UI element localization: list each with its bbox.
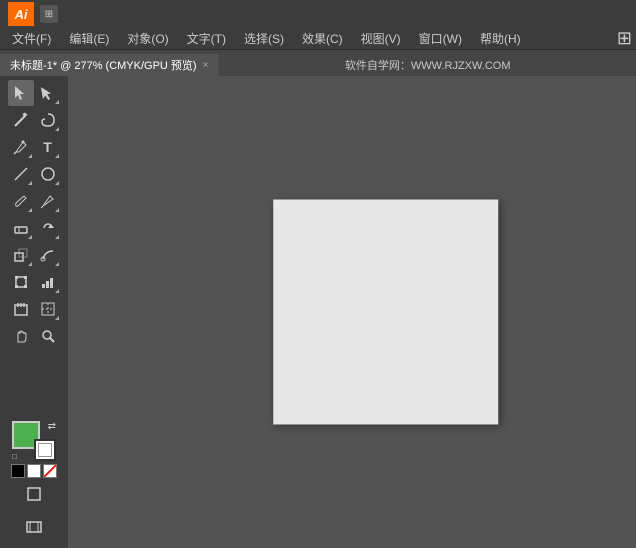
view-tools [21, 481, 47, 507]
tool-row-brush [2, 188, 66, 214]
slice-tool[interactable] [35, 296, 61, 322]
black-swatch[interactable] [11, 464, 25, 478]
tool-row-puppet [2, 269, 66, 295]
menu-window[interactable]: 窗口(W) [411, 28, 470, 49]
magic-wand-tool[interactable] [8, 107, 34, 133]
menu-object[interactable]: 对象(O) [119, 28, 176, 49]
change-screen-mode[interactable] [21, 481, 47, 507]
warp-tool[interactable] [35, 242, 61, 268]
tool-row-artboard [2, 296, 66, 322]
rotate-tool[interactable] [35, 215, 61, 241]
document-tab[interactable]: 未标题-1* @ 277% (CMYK/GPU 预览) × [0, 54, 219, 76]
bottom-icon-area [21, 514, 47, 540]
ellipse-tool[interactable] [35, 161, 61, 187]
tab-bar: 未标题-1* @ 277% (CMYK/GPU 预览) × 软件自学网：WWW.… [0, 50, 636, 76]
hand-tool[interactable] [8, 323, 34, 349]
tool-row-navigate [2, 323, 66, 349]
fill-stroke-indicator: ⇄ □ [12, 421, 56, 461]
direct-select-tool[interactable] [35, 80, 61, 106]
tool-row-wand [2, 107, 66, 133]
main-area: T [0, 76, 636, 548]
ai-logo: Ai [8, 2, 34, 26]
menu-view[interactable]: 视图(V) [353, 28, 409, 49]
menu-file[interactable]: 文件(F) [4, 28, 59, 49]
artboard-tool[interactable] [8, 296, 34, 322]
tool-row-select [2, 80, 66, 106]
none-swatch[interactable] [43, 464, 57, 478]
free-transform-tool[interactable] [8, 269, 34, 295]
canvas-area[interactable] [68, 76, 636, 548]
select-tool[interactable] [8, 80, 34, 106]
tool-row-eraser [2, 215, 66, 241]
tool-row-pen: T [2, 134, 66, 160]
eraser-tool[interactable] [8, 215, 34, 241]
swap-colors-icon[interactable]: ⇄ [48, 421, 56, 432]
line-segment-tool[interactable] [8, 161, 34, 187]
scale-tool[interactable] [8, 242, 34, 268]
window-icon[interactable]: ⊞ [40, 5, 58, 23]
canvas-button[interactable] [21, 514, 47, 540]
small-swatches [11, 464, 57, 478]
tool-row-scale [2, 242, 66, 268]
menu-bar: 文件(F) 编辑(E) 对象(O) 文字(T) 选择(S) 效果(C) 视图(V… [0, 28, 636, 50]
zoom-tool[interactable] [35, 323, 61, 349]
stroke-color-box[interactable] [34, 439, 56, 461]
white-swatch[interactable] [27, 464, 41, 478]
type-tool[interactable]: T [35, 134, 61, 160]
menu-help[interactable]: 帮助(H) [472, 28, 529, 49]
pen-tool[interactable] [8, 134, 34, 160]
graph-tool[interactable] [35, 269, 61, 295]
paintbrush-tool[interactable] [8, 188, 34, 214]
color-section: ⇄ □ [2, 417, 66, 544]
pencil-tool[interactable] [35, 188, 61, 214]
menu-type[interactable]: 文字(T) [179, 28, 234, 49]
menu-select[interactable]: 选择(S) [236, 28, 292, 49]
lasso-tool[interactable] [35, 107, 61, 133]
artboard [273, 200, 498, 425]
tool-row-line [2, 161, 66, 187]
menu-effect[interactable]: 效果(C) [294, 28, 351, 49]
toolbar: T [0, 76, 68, 548]
default-colors-icon[interactable]: □ [12, 452, 17, 461]
title-bar: Ai ⊞ [0, 0, 636, 28]
panel-switcher-icon[interactable]: ⊞ [617, 28, 632, 49]
tab-label: 未标题-1* @ 277% (CMYK/GPU 预览) [10, 57, 197, 73]
tab-close-button[interactable]: × [203, 60, 209, 71]
tab-promo: 软件自学网：WWW.RJZXW.COM [219, 54, 636, 76]
menu-edit[interactable]: 编辑(E) [61, 28, 117, 49]
